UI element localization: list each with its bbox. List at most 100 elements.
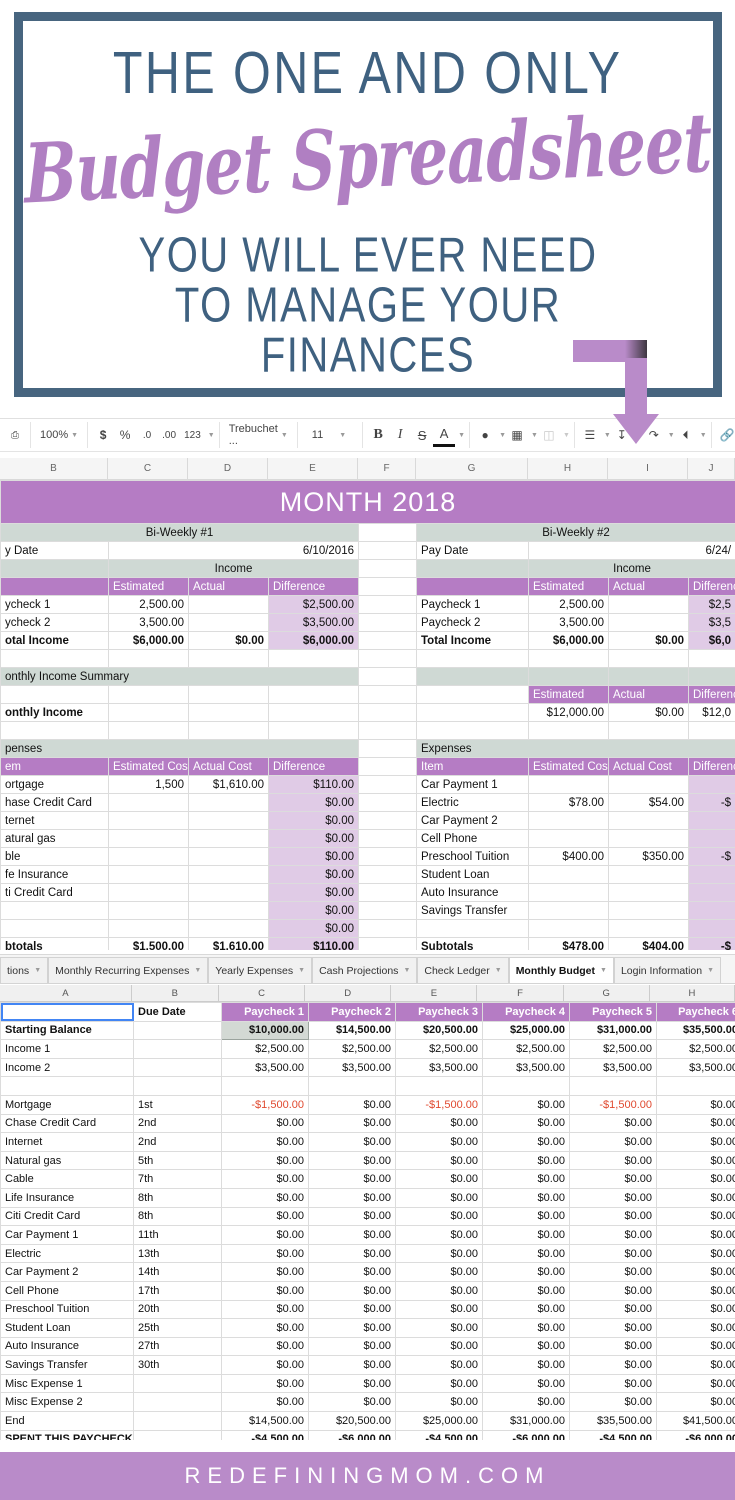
- spacer-cell[interactable]: [358, 811, 417, 830]
- expense-diff-right[interactable]: [687, 883, 735, 902]
- expense-act-left[interactable]: [188, 883, 269, 902]
- subtotal-act-left[interactable]: $1,610.00: [188, 937, 269, 950]
- expense-item-right[interactable]: Electric: [416, 793, 529, 812]
- expense-act-left[interactable]: [188, 811, 269, 830]
- monthly-income-label[interactable]: onthly Income: [0, 703, 109, 722]
- column-header-d[interactable]: D: [188, 458, 268, 479]
- paycheck-header-5[interactable]: Paycheck 5: [569, 1002, 657, 1022]
- cell-paycheck-2[interactable]: $0.00: [308, 1336, 396, 1357]
- row-due-date[interactable]: 27th: [133, 1336, 222, 1357]
- spacer-cell[interactable]: [358, 523, 417, 542]
- column-header-j[interactable]: J: [688, 458, 735, 479]
- cell-paycheck-4[interactable]: $3,500.00: [482, 1057, 570, 1078]
- blank-cell[interactable]: [188, 685, 269, 704]
- expense-act-right[interactable]: [608, 811, 689, 830]
- column-header-f[interactable]: F: [358, 458, 416, 479]
- row-label[interactable]: Electric: [0, 1243, 134, 1264]
- expense-col-est-right[interactable]: Estimated Cost: [528, 757, 609, 776]
- month-title-cell[interactable]: MONTH 2018: [0, 480, 735, 524]
- subtotal-est-left[interactable]: $1,500.00: [108, 937, 189, 950]
- income-col-estimated-right[interactable]: Estimated: [528, 577, 609, 596]
- spacer-cell[interactable]: [358, 631, 417, 650]
- row-label[interactable]: Cell Phone: [0, 1280, 134, 1301]
- row-due-date[interactable]: 5th: [133, 1150, 222, 1171]
- font-size-selector[interactable]: 11 ▼: [302, 423, 358, 447]
- cell-paycheck-2[interactable]: $0.00: [308, 1113, 396, 1134]
- expense-diff-right[interactable]: -$: [687, 793, 735, 812]
- cell-paycheck-5[interactable]: $0.00: [569, 1206, 657, 1227]
- spacer-cell[interactable]: [358, 757, 417, 776]
- chevron-down-icon[interactable]: ▼: [194, 967, 201, 974]
- cell-paycheck-1[interactable]: $0.00: [221, 1225, 309, 1245]
- cell-paycheck-2[interactable]: $0.00: [308, 1187, 396, 1208]
- spacer-cell[interactable]: [358, 739, 417, 758]
- cell-paycheck-1[interactable]: $0.00: [221, 1299, 309, 1320]
- row-label[interactable]: End: [0, 1411, 134, 1431]
- row-due-date[interactable]: 11th: [133, 1225, 222, 1245]
- expense-est-left[interactable]: [108, 793, 189, 812]
- spacer-cell[interactable]: [358, 829, 417, 848]
- cell-paycheck-6[interactable]: $0.00: [656, 1355, 735, 1375]
- income-col-blank-right[interactable]: [416, 577, 529, 596]
- expense-est-right[interactable]: [528, 829, 609, 848]
- cell-paycheck-4[interactable]: $0.00: [482, 1373, 570, 1394]
- expense-item-left[interactable]: [0, 919, 109, 938]
- blank-cell[interactable]: [687, 649, 735, 668]
- cell-paycheck-4[interactable]: $0.00: [482, 1280, 570, 1301]
- expense-diff-right[interactable]: -$: [687, 847, 735, 866]
- cell-paycheck-6[interactable]: -$6,000.00: [656, 1429, 735, 1440]
- cell-paycheck-2[interactable]: $20,500.00: [308, 1411, 396, 1431]
- blank-cell[interactable]: [188, 649, 269, 668]
- cell-paycheck-6[interactable]: [656, 1076, 735, 1096]
- expense-col-act-right[interactable]: Actual Cost: [608, 757, 689, 776]
- income-band-left[interactable]: Income: [108, 559, 359, 578]
- income-col-difference-right[interactable]: Differenc: [687, 577, 735, 596]
- spacer-cell[interactable]: [358, 541, 417, 560]
- monthly-income-difference[interactable]: $12,0: [687, 703, 735, 722]
- cell-paycheck-4[interactable]: $0.00: [482, 1392, 570, 1413]
- cell-paycheck-3[interactable]: $0.00: [395, 1150, 483, 1171]
- strikethrough-button[interactable]: S: [411, 423, 433, 447]
- blank-cell[interactable]: [0, 685, 109, 704]
- expense-item-right[interactable]: Preschool Tuition: [416, 847, 529, 866]
- row-due-date[interactable]: 2nd: [133, 1132, 222, 1152]
- income-item-right[interactable]: Paycheck 2: [416, 613, 529, 632]
- print-icon[interactable]: ⎙: [4, 423, 26, 447]
- income-act-right[interactable]: [608, 613, 689, 632]
- summary-col-actual[interactable]: Actual: [608, 685, 689, 704]
- cell-paycheck-3[interactable]: $0.00: [395, 1318, 483, 1338]
- spacer-cell[interactable]: [358, 577, 417, 596]
- expense-est-right[interactable]: [528, 901, 609, 920]
- cell-paycheck-3[interactable]: -$1,500.00: [395, 1094, 483, 1115]
- cell-paycheck-4[interactable]: -$6,000.00: [482, 1429, 570, 1440]
- cell-paycheck-1[interactable]: $0.00: [221, 1187, 309, 1208]
- expense-est-left[interactable]: [108, 901, 189, 920]
- income-item-left[interactable]: ycheck 2: [0, 613, 109, 632]
- column-header-f[interactable]: F: [477, 985, 564, 1001]
- column-header-g[interactable]: G: [416, 458, 528, 479]
- column-header-e[interactable]: E: [268, 458, 358, 479]
- row-label[interactable]: Misc Expense 2: [0, 1392, 134, 1413]
- expense-est-left[interactable]: [108, 883, 189, 902]
- expense-est-left[interactable]: [108, 829, 189, 848]
- cell-paycheck-4[interactable]: $0.00: [482, 1187, 570, 1208]
- income-est-left[interactable]: 2,500.00: [108, 595, 189, 614]
- cell-paycheck-5[interactable]: -$4,500.00: [569, 1429, 657, 1440]
- row-label[interactable]: Income 2: [0, 1057, 134, 1078]
- sheet-tab-check-ledger[interactable]: Check Ledger ▼: [417, 957, 509, 983]
- cell-paycheck-6[interactable]: $0.00: [656, 1225, 735, 1245]
- cell-paycheck-2[interactable]: [308, 1076, 396, 1096]
- chevron-down-icon[interactable]: ▼: [600, 967, 607, 974]
- cell-paycheck-2[interactable]: -$6,000.00: [308, 1429, 396, 1440]
- cell-paycheck-6[interactable]: $0.00: [656, 1094, 735, 1115]
- summary-band-blank[interactable]: [416, 667, 529, 686]
- cell-paycheck-5[interactable]: $0.00: [569, 1262, 657, 1282]
- sheet-tab-yearly-expenses[interactable]: Yearly Expenses ▼: [208, 957, 313, 983]
- cell-paycheck-6[interactable]: $0.00: [656, 1299, 735, 1320]
- blank-cell[interactable]: [416, 703, 529, 722]
- subtotal-label-left[interactable]: btotals: [0, 937, 109, 950]
- blank-cell[interactable]: [0, 649, 109, 668]
- subtotal-act-right[interactable]: $404.00: [608, 937, 689, 950]
- cell-paycheck-2[interactable]: $0.00: [308, 1094, 396, 1115]
- cell-paycheck-4[interactable]: $2,500.00: [482, 1039, 570, 1059]
